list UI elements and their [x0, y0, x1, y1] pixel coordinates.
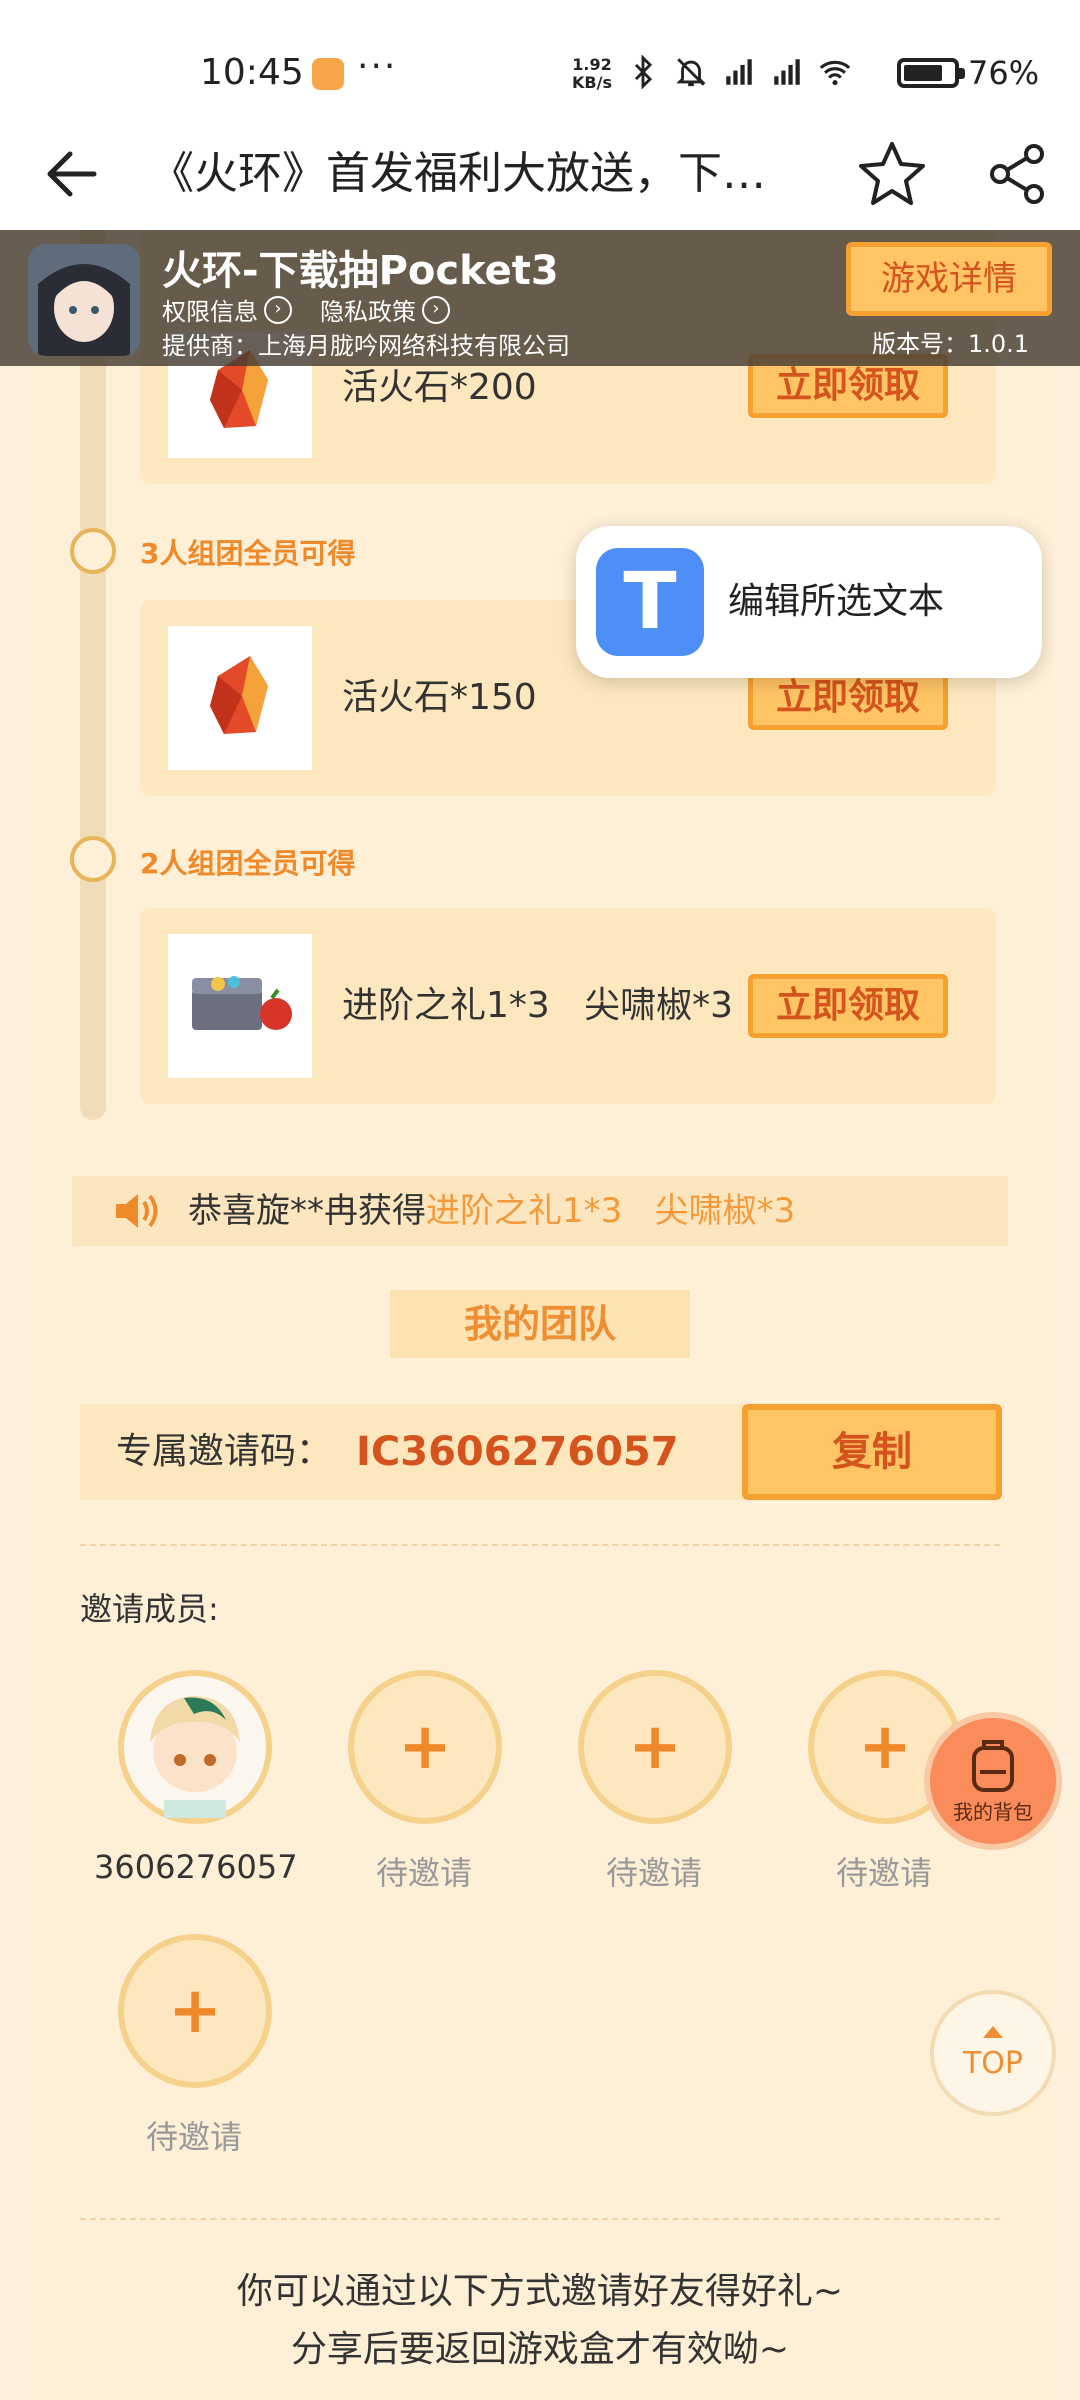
plus-icon: +: [398, 1710, 452, 1784]
game-links: 权限信息 › 隐私政策 ›: [162, 292, 450, 327]
treasure-chest-icon: [168, 934, 312, 1078]
marquee-prefix: 恭喜旋**冉获得: [188, 1191, 426, 1231]
member-name: 待邀请: [145, 2118, 242, 2156]
edit-selected-text-popup[interactable]: T 编辑所选文本: [576, 526, 1042, 678]
divider: [80, 2218, 1000, 2220]
bluetooth-icon: [634, 55, 653, 89]
tier-dot: [70, 836, 116, 882]
game-detail-button[interactable]: 游戏详情: [846, 242, 1052, 316]
battery-fill: [904, 65, 942, 81]
game-banner: 火环-下载抽Pocket3 权限信息 › 隐私政策 › 提供商：上海月胧吟网络科技有…: [0, 230, 1080, 366]
status-bar: 10:45 ··· 1.92 KB/s 76%: [0, 0, 1080, 120]
back-arrow-icon[interactable]: [36, 138, 108, 210]
wifi-icon: [819, 60, 851, 86]
marquee-highlight: 进阶之礼1*3 尖啸椒*3: [426, 1191, 796, 1231]
top-label: TOP: [962, 2046, 1024, 2081]
signal-hd-icon: [774, 59, 800, 85]
network-speed-unit: KB/s: [572, 73, 612, 92]
claim-button[interactable]: 立即领取: [748, 974, 948, 1038]
plus-icon: +: [628, 1710, 682, 1784]
game-version: 版本号：1.0.1: [872, 330, 1030, 358]
divider: [80, 1544, 1000, 1546]
permissions-label: 权限信息: [162, 298, 258, 326]
invite-slot[interactable]: + 待邀请: [324, 1670, 524, 1892]
copy-button[interactable]: 复制: [742, 1404, 1002, 1500]
screen: 10:45 ··· 1.92 KB/s 76% 《火环》首发福利大放送，下… 活…: [0, 0, 1080, 2400]
signal-hd-icon: [726, 59, 752, 85]
member-name: 待邀请: [835, 1854, 932, 1892]
mute-icon: [676, 58, 706, 87]
plus-icon: +: [168, 1974, 222, 2048]
notification-app-icon: [312, 58, 344, 90]
avatar: [118, 1670, 272, 1824]
battery-icon: [897, 58, 965, 88]
scroll-top-button[interactable]: TOP: [930, 1990, 1056, 2116]
privacy-link[interactable]: 隐私政策 ›: [320, 292, 450, 327]
winner-marquee: 恭喜旋**冉获得进阶之礼1*3 尖啸椒*3: [72, 1176, 1008, 1246]
fire-stone-icon: [168, 626, 312, 770]
member-name: 待邀请: [375, 1854, 472, 1892]
star-icon[interactable]: [854, 136, 930, 212]
nav-bar: 《火环》首发福利大放送，下…: [0, 120, 1080, 230]
game-name: 火环-下载抽Pocket3: [162, 248, 559, 294]
reward-item-text: 活火石*150: [342, 677, 537, 718]
permissions-link[interactable]: 权限信息 ›: [162, 292, 292, 327]
marquee-text: 恭喜旋**冉获得进阶之礼1*3 尖啸椒*3: [188, 1176, 795, 1246]
reward-card: 进阶之礼1*3 尖啸椒*3 立即领取: [140, 908, 996, 1104]
game-provider: 提供商：上海月胧吟网络科技有限公司: [162, 332, 570, 360]
more-notifications-icon: ···: [357, 46, 398, 87]
chevron-right-icon: ›: [264, 295, 292, 324]
network-speed: 1.92 KB/s: [572, 56, 612, 92]
share-hint-line2: 分享后要返回游戏盒才有效呦~: [290, 2329, 790, 2370]
tier-dot: [70, 528, 116, 574]
status-icons: [626, 52, 852, 92]
page-title: 《火环》首发福利大放送，下…: [150, 148, 766, 199]
text-edit-icon: T: [596, 548, 704, 656]
game-avatar[interactable]: [28, 244, 140, 356]
share-hint-line1: 你可以通过以下方式邀请好友得好礼~: [236, 2271, 844, 2312]
share-icon[interactable]: [982, 138, 1054, 210]
invite-slot[interactable]: + 待邀请: [554, 1670, 754, 1892]
backpack-icon: [972, 1740, 1014, 1792]
speaker-icon: [116, 1194, 158, 1228]
member-self[interactable]: 3606276057: [94, 1670, 298, 1886]
my-bag-label: 我的背包: [953, 1800, 1033, 1824]
reward-item-text: 进阶之礼1*3 尖啸椒*3: [342, 985, 734, 1026]
team-title: 我的团队: [390, 1290, 690, 1358]
network-speed-value: 1.92: [572, 55, 612, 74]
tier-label: 3人组团全员可得: [140, 537, 356, 570]
invite-code-label: 专属邀请码：: [116, 1431, 333, 1472]
member-name: 3606276057: [94, 1848, 298, 1886]
invite-slot[interactable]: + 待邀请: [94, 1934, 294, 2156]
battery-percent: 76%: [968, 54, 1040, 92]
chevron-right-icon: ›: [422, 295, 450, 324]
my-bag-button[interactable]: 我的背包: [930, 1718, 1056, 1844]
invite-code[interactable]: IC3606276057: [356, 1404, 679, 1500]
status-time: 10:45: [200, 52, 304, 93]
edit-selected-text-label: 编辑所选文本: [728, 581, 945, 622]
privacy-label: 隐私政策: [320, 298, 416, 326]
member-name: 待邀请: [605, 1854, 702, 1892]
members-label: 邀请成员:: [80, 1590, 219, 1628]
tier-label: 2人组团全员可得: [140, 847, 356, 880]
